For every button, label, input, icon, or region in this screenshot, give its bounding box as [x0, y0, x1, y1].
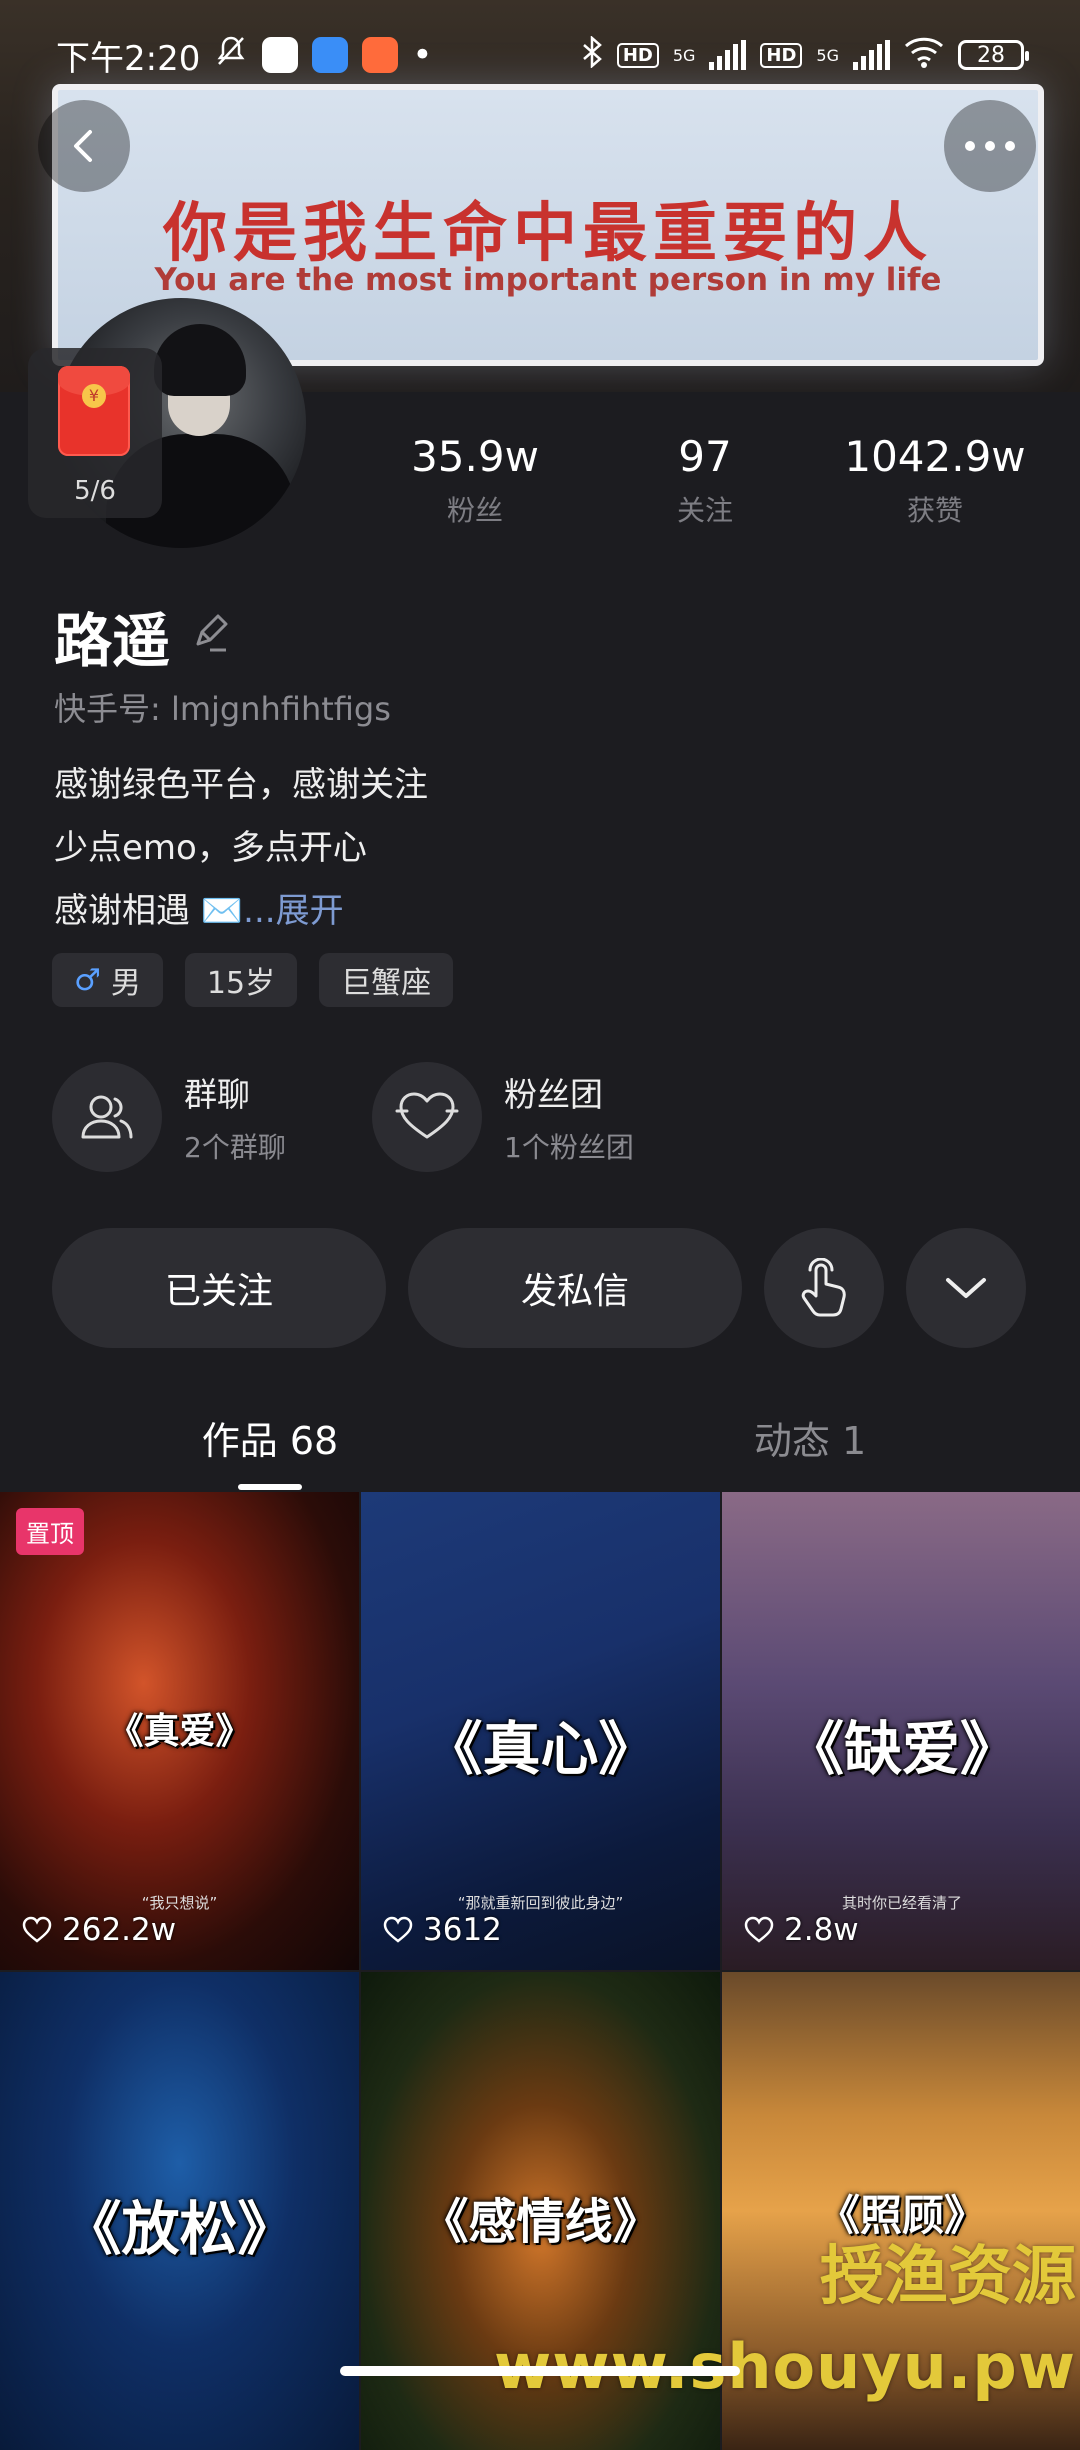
- battery-icon: 28: [958, 40, 1029, 70]
- profile-name: 路遥: [54, 607, 171, 675]
- qq-app-icon: [262, 37, 299, 73]
- video-caption: 其时你已经看清了: [841, 1894, 962, 1912]
- stat-following[interactable]: 97 关注: [590, 432, 820, 529]
- app-icon: [312, 37, 349, 73]
- heart-icon: [372, 1062, 482, 1172]
- bluetooth-icon: [581, 35, 603, 74]
- tab-moments[interactable]: 动态 1: [540, 1396, 1080, 1486]
- likes-count: 262.2w: [62, 1912, 177, 1948]
- shop-app-icon: [362, 37, 399, 73]
- signal-icon: [709, 40, 747, 70]
- tag-gender: ♂ 男: [52, 953, 163, 1007]
- back-arrow-icon: [74, 130, 92, 162]
- stat-likes[interactable]: 1042.9w 获赞: [820, 432, 1050, 529]
- profile-tags: ♂ 男 15岁 巨蟹座: [52, 953, 454, 1007]
- more-dots-icon: [965, 141, 1015, 151]
- status-bar: 下午2:20 • HD 5G HD 5G 28: [0, 0, 1080, 110]
- tag-label: 男: [110, 966, 141, 1001]
- users-icon: [52, 1062, 162, 1172]
- video-title: 《放松》: [63, 2195, 296, 2263]
- red-packet-widget[interactable]: 5/6: [28, 348, 162, 518]
- signal-icon: [853, 40, 890, 70]
- more-button[interactable]: [944, 100, 1036, 192]
- video-likes: 3612: [383, 1912, 502, 1948]
- profile-bio: 感谢绿色平台，感谢关注 少点emo，多点开心 感谢相遇 ✉️...展开: [54, 754, 428, 943]
- hand-pointer-icon: [801, 1258, 846, 1317]
- bio-line: 少点emo，多点开心: [54, 828, 367, 868]
- stat-value: 97: [678, 432, 732, 481]
- heart-outline-icon: [744, 1916, 774, 1943]
- wifi-icon: [904, 36, 944, 74]
- chevron-down-icon: [946, 1278, 986, 1298]
- watermark-line: 授渔资源: [820, 2240, 1076, 2314]
- tag-age: 15岁: [184, 953, 298, 1007]
- hd-badge: HD: [616, 42, 659, 68]
- watermark: 授渔资源 www.shouyu.pw: [494, 2232, 1076, 2412]
- hd-badge: HD: [760, 42, 803, 68]
- battery-level: 28: [977, 42, 1005, 68]
- message-button[interactable]: 发私信: [408, 1228, 742, 1348]
- heart-outline-icon: [22, 1916, 52, 1943]
- back-button[interactable]: [38, 100, 130, 192]
- video-item[interactable]: 置顶 《真爱》 “我只想说” 262.2w: [0, 1492, 359, 1970]
- red-packet-icon: [58, 366, 130, 456]
- network-label: 5G: [672, 45, 696, 65]
- mute-icon: [214, 34, 248, 77]
- expand-button[interactable]: [906, 1228, 1026, 1348]
- dot-icon: •: [412, 35, 433, 75]
- tab-works[interactable]: 作品 68: [0, 1396, 540, 1490]
- stat-value: 1042.9w: [844, 432, 1026, 481]
- bio-line: 感谢相遇 ✉️: [54, 891, 244, 931]
- community-row: 群聊 2个群聊 粉丝团 1个粉丝团: [52, 1062, 652, 1172]
- status-time: 下午2:20: [56, 38, 201, 79]
- content-tabs: 作品 68 动态 1: [0, 1396, 1080, 1490]
- network-label: 5G: [816, 45, 839, 65]
- group-title: 群聊: [184, 1075, 250, 1114]
- group-chat-entry[interactable]: 群聊 2个群聊: [52, 1062, 332, 1172]
- video-title: 《真心》: [424, 1715, 657, 1783]
- pinned-badge: 置顶: [16, 1508, 84, 1555]
- bio-line: 感谢绿色平台，感谢关注: [54, 765, 428, 805]
- action-bar: 已关注 发私信: [52, 1228, 1026, 1348]
- home-indicator[interactable]: [340, 2366, 740, 2376]
- video-title: 《缺爱》: [785, 1715, 1018, 1783]
- video-item[interactable]: 《真心》 “那就重新回到彼此身边” 3612: [361, 1492, 720, 1970]
- stat-label: 关注: [676, 494, 733, 527]
- likes-count: 3612: [423, 1912, 502, 1948]
- name-row: 路遥: [54, 594, 232, 678]
- tag-zodiac: 巨蟹座: [319, 953, 454, 1007]
- profile-stats: 35.9w 粉丝 97 关注 1042.9w 获赞: [360, 432, 1050, 529]
- video-title: 《真爱》: [107, 1710, 252, 1752]
- stat-followers[interactable]: 35.9w 粉丝: [360, 432, 590, 529]
- followed-button[interactable]: 已关注: [52, 1228, 386, 1348]
- tag-label: 巨蟹座: [341, 966, 432, 1001]
- edit-icon[interactable]: [188, 612, 232, 660]
- banner-text-zh: 你是我生命中最重要的人: [163, 196, 933, 271]
- tag-label: 15岁: [206, 966, 276, 1001]
- group-subtitle: 1个粉丝团: [504, 1131, 634, 1164]
- stat-value: 35.9w: [411, 432, 539, 481]
- heart-outline-icon: [383, 1916, 413, 1943]
- video-likes: 2.8w: [744, 1912, 859, 1948]
- user-id[interactable]: 快手号: lmjgnhfihtfigs: [54, 684, 391, 730]
- red-packet-count: 5/6: [74, 476, 116, 506]
- video-likes: 262.2w: [22, 1912, 176, 1948]
- male-icon: ♂: [74, 962, 101, 998]
- stat-label: 获赞: [906, 494, 963, 527]
- poke-button[interactable]: [764, 1228, 884, 1348]
- stat-label: 粉丝: [446, 494, 503, 527]
- video-item[interactable]: 《缺爱》 其时你已经看清了 2.8w: [722, 1492, 1080, 1970]
- group-subtitle: 2个群聊: [184, 1131, 286, 1164]
- bio-line-3: 感谢相遇 ✉️...展开: [54, 880, 428, 943]
- video-item[interactable]: 《放松》: [0, 1972, 359, 2450]
- likes-count: 2.8w: [784, 1912, 859, 1948]
- group-title: 粉丝团: [504, 1075, 603, 1114]
- banner-text-en: You are the most important person in my …: [154, 262, 942, 298]
- expand-bio-link[interactable]: ...展开: [243, 891, 343, 931]
- fan-club-entry[interactable]: 粉丝团 1个粉丝团: [372, 1062, 652, 1172]
- video-caption: “那就重新回到彼此身边”: [457, 1894, 624, 1912]
- video-caption: “我只想说”: [141, 1894, 218, 1912]
